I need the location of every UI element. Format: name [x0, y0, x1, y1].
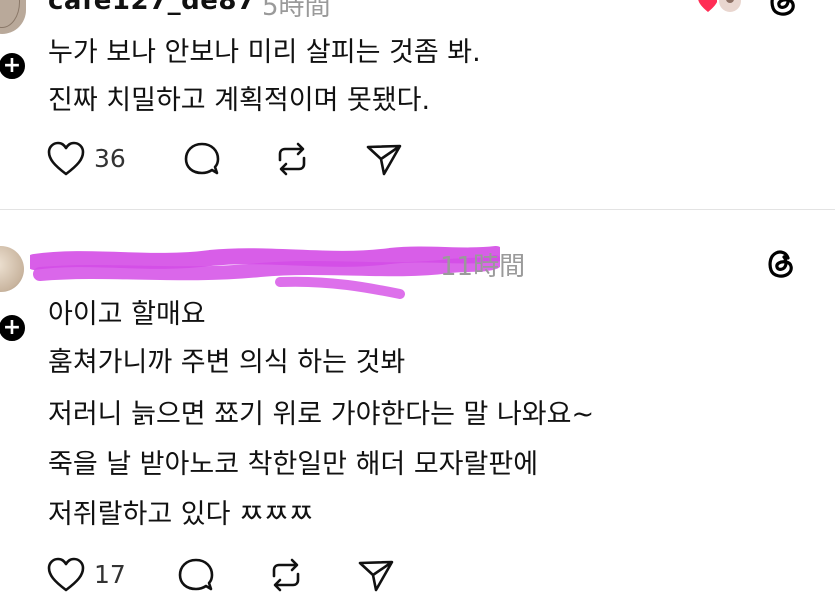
post-text-line: 훔쳐가니까 주변 의식 하는 것봐 — [48, 347, 406, 378]
thread-post[interactable]: + cafe127_de87 5時間 누가 보나 안보나 미리 살피는 것좀 봐… — [0, 0, 835, 210]
reply-button[interactable] — [176, 556, 216, 594]
heart-icon — [47, 557, 85, 592]
comment-icon — [178, 558, 214, 591]
post-time: 5時間 — [262, 0, 331, 22]
repost-icon — [272, 558, 300, 592]
redaction-scribble — [30, 246, 500, 299]
threads-logo-icon[interactable] — [764, 246, 798, 280]
like-count: 17 — [94, 560, 126, 589]
avatar[interactable] — [0, 0, 26, 34]
heart-icon — [47, 141, 85, 176]
send-icon — [366, 144, 402, 176]
send-icon — [358, 560, 394, 592]
repost-icon — [278, 142, 306, 176]
like-button[interactable] — [46, 140, 86, 178]
post-text-line: 저러니 늙으면 쬬기 위로 가야한다는 말 나와요~ — [48, 399, 595, 430]
share-button[interactable] — [356, 556, 396, 594]
post-text-line: 저쥐랄하고 있다 ㅉㅉㅉ — [48, 499, 314, 530]
threads-logo-icon[interactable] — [766, 0, 800, 18]
follow-plus-icon[interactable]: + — [0, 312, 28, 344]
post-text-line: 누가 보나 안보나 미리 살피는 것좀 봐. — [48, 37, 481, 68]
post-username[interactable]: cafe127_de87 — [48, 0, 256, 16]
repost-button[interactable] — [272, 140, 312, 178]
comment-icon — [184, 142, 220, 175]
share-button[interactable] — [364, 140, 404, 178]
post-text-line: 진짜 치밀하고 계획적이며 못됐다. — [48, 85, 431, 116]
like-button[interactable] — [46, 556, 86, 594]
post-actions: 36 — [46, 140, 406, 180]
post-text-line: 죽을 날 받아노코 착한일만 해더 모자랄판에 — [48, 449, 539, 480]
post-time: 11時間 — [440, 252, 526, 282]
thread-post[interactable]: + 11時間 아이고 할매요 훔쳐가니까 주변 의식 하는 것봐 저러니 늙으면… — [0, 210, 835, 592]
post-text-line: 아이고 할매요 — [48, 299, 206, 330]
reply-button[interactable] — [182, 140, 222, 178]
avatar[interactable] — [0, 246, 24, 292]
like-count: 36 — [94, 144, 126, 173]
repost-button[interactable] — [266, 556, 306, 594]
follow-plus-icon[interactable]: + — [0, 50, 28, 82]
post-actions: 17 — [46, 556, 406, 596]
reaction-heart-icon — [698, 0, 743, 14]
